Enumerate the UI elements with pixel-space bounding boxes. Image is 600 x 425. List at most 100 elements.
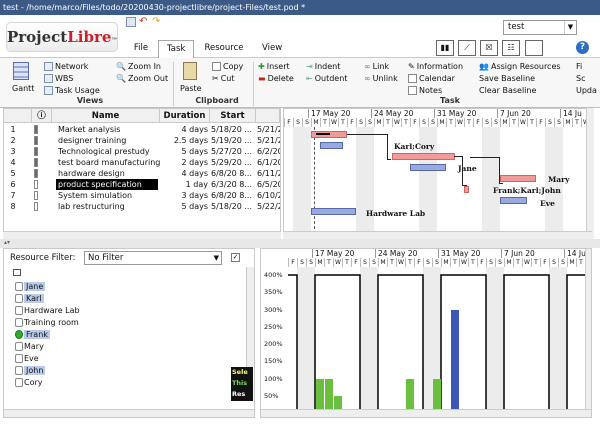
insert-button[interactable]: ✚ Insert [258, 61, 290, 72]
task-name-cell[interactable]: Technological prestudy [56, 146, 160, 157]
task-start-cell[interactable]: 5/29/20 ... [211, 157, 256, 168]
histogram-vertical-scrollbar[interactable] [585, 249, 591, 409]
indent-button[interactable]: ⇥ Indent [306, 61, 340, 72]
gantt-task-bar[interactable] [410, 164, 446, 171]
gantt-task-bar[interactable] [392, 153, 455, 160]
gantt-vertical-scrollbar[interactable] [586, 108, 594, 238]
outdent-button[interactable]: ⇤ Outdent [306, 73, 347, 84]
resource-item[interactable]: Frank [24, 329, 50, 341]
save-baseline-button[interactable]: Save Baseline [479, 73, 535, 84]
duration-column-header[interactable]: Duration [160, 109, 210, 123]
start-column-header[interactable]: Start [210, 109, 256, 123]
resource-item[interactable]: Mary [24, 341, 44, 353]
task-duration-cell[interactable]: 3 days [162, 190, 208, 201]
task-finish-cell[interactable]: 5/21/2 [257, 135, 280, 146]
update-button[interactable]: Upda [576, 85, 597, 96]
task-duration-cell[interactable]: 4 days [162, 168, 208, 179]
find-button[interactable]: Fi [576, 61, 582, 72]
task-name-cell[interactable]: product specification [56, 179, 158, 190]
save-icon[interactable] [126, 17, 136, 27]
task-duration-cell[interactable]: 2.5 days [162, 135, 208, 146]
unlink-button[interactable]: ∞ Unlink [364, 73, 398, 84]
assign-resources-button[interactable]: 👥 Assign Resources [479, 61, 561, 72]
zoom-out-button[interactable]: 🔍 Zoom Out [116, 73, 168, 84]
tab-resource[interactable]: Resource [196, 40, 252, 58]
task-finish-cell[interactable]: 6/10/2 [257, 190, 280, 201]
task-finish-cell[interactable]: 6/5/20 [257, 179, 280, 190]
task-view-icon[interactable]: ☒ [480, 40, 498, 56]
histogram-view-icon[interactable]: ▮▮ [436, 40, 454, 56]
calendar-button[interactable]: Calendar [408, 73, 455, 84]
resource-item[interactable]: Eve [24, 353, 39, 365]
undo-icon[interactable]: ↶ [139, 16, 147, 27]
task-duration-cell[interactable]: 2 days [162, 157, 208, 168]
task-start-cell[interactable]: 6/3/20 8... [211, 179, 256, 190]
resource-item[interactable]: Training room [24, 317, 79, 329]
table-row[interactable]: 3 Technological prestudy 5 days 5/27/20 ...… [4, 146, 280, 157]
link-button[interactable]: ∞ Link [364, 61, 389, 72]
resource-item[interactable]: Karl [24, 293, 44, 305]
finish-column-header[interactable] [256, 109, 280, 123]
zoom-in-button[interactable]: 🔍 Zoom In [116, 61, 161, 72]
network-button[interactable]: Network [44, 61, 88, 72]
table-row[interactable]: 7 System simulation 3 days 6/8/20 8... 6/10/… [4, 190, 280, 201]
wbs-button[interactable]: WBS [44, 73, 73, 84]
table-row[interactable]: 5 hardware design4 days6/8/20 8...6/11/2 [4, 168, 280, 179]
information-button[interactable]: ✎ Information [408, 61, 463, 72]
task-name-cell[interactable]: test board manufacturing [56, 157, 160, 168]
resource-item[interactable]: Cory [24, 377, 43, 389]
task-duration-cell[interactable]: 1 day [162, 179, 208, 190]
task-finish-cell[interactable]: 5/21/2 [257, 124, 280, 135]
task-finish-cell[interactable]: 6/2/20 [257, 146, 280, 157]
gantt-task-bar[interactable] [500, 197, 527, 204]
table-row[interactable]: 4 test board manufacturing 2 days 5/29/20 .… [4, 157, 280, 168]
paste-button[interactable]: Paste [180, 83, 202, 94]
none-view-icon[interactable] [525, 40, 543, 56]
table-row[interactable]: 8 lab restructuring 5 days 5/18/20 ... 5/22/… [4, 201, 280, 212]
table-horizontal-scrollbar[interactable] [3, 231, 281, 239]
help-icon[interactable]: ? [576, 41, 589, 54]
task-finish-cell[interactable]: 6/1/20 [257, 157, 280, 168]
task-finish-cell[interactable]: 5/22/2 [257, 201, 280, 212]
tab-file[interactable]: File [124, 40, 158, 58]
resource-vertical-scrollbar[interactable] [246, 267, 254, 367]
redo-icon[interactable]: ↷ [152, 16, 160, 27]
gantt-horizontal-scrollbar[interactable] [283, 231, 592, 239]
task-name-cell[interactable]: designer training [56, 135, 160, 146]
table-row[interactable]: 6 product specification 1 day 6/3/20 8... 6/… [4, 179, 280, 190]
notes-button[interactable]: Notes [408, 85, 442, 96]
task-duration-cell[interactable]: 5 days [162, 201, 208, 212]
tab-view[interactable]: View [254, 40, 290, 58]
task-duration-cell[interactable]: 5 days [162, 146, 208, 157]
task-usage-button[interactable]: Task Usage [44, 85, 100, 96]
task-start-cell[interactable]: 5/27/20 ... [211, 146, 256, 157]
cut-button[interactable]: ✂ Cut [212, 73, 235, 84]
filter-checkbox[interactable]: ✓ [231, 253, 240, 262]
task-start-cell[interactable]: 5/19/20 ... [211, 135, 256, 146]
gantt-task-bar[interactable] [320, 142, 343, 149]
gantt-task-bar[interactable] [464, 186, 470, 193]
task-start-cell[interactable]: 6/8/20 8... [211, 168, 256, 179]
tab-task[interactable]: Task [158, 40, 194, 58]
resource-item[interactable]: Hardware Lab [24, 305, 80, 317]
resource-view-icon[interactable]: ☷ [502, 40, 520, 56]
task-start-cell[interactable]: 5/18/20 ... [211, 201, 256, 212]
gantt-button[interactable]: Gantt [12, 83, 34, 94]
task-name-cell[interactable]: Market analysis [56, 124, 160, 135]
histogram-horizontal-scrollbar[interactable] [261, 409, 591, 417]
resource-item[interactable]: Jane [24, 281, 46, 293]
resource-horizontal-scrollbar[interactable] [4, 409, 254, 417]
task-name-cell[interactable]: hardware design [56, 168, 160, 179]
project-selector[interactable]: test ▼ [503, 20, 577, 35]
collapse-icon[interactable]: ▴▾ [4, 239, 10, 246]
table-row[interactable]: 2 designer training 2.5 days 5/19/20 ... 5/2… [4, 135, 280, 146]
task-start-cell[interactable]: 6/8/20 8... [211, 190, 256, 201]
resource-item[interactable]: John [24, 365, 46, 377]
chevron-down-icon[interactable]: ▼ [564, 21, 576, 34]
name-column-header[interactable]: Name [52, 109, 160, 123]
delete-button[interactable]: ▬ Delete [258, 73, 294, 84]
task-name-cell[interactable]: lab restructuring [56, 201, 160, 212]
task-start-cell[interactable]: 5/18/20 ... [211, 124, 256, 135]
table-row[interactable]: 1 Market analysis4 days5/18/20 ...5/21/2 [4, 124, 280, 135]
gantt-chart[interactable]: 17 May 20 24 May 20 31 May 20 7 Jun 20 14 Ju… [283, 108, 592, 238]
